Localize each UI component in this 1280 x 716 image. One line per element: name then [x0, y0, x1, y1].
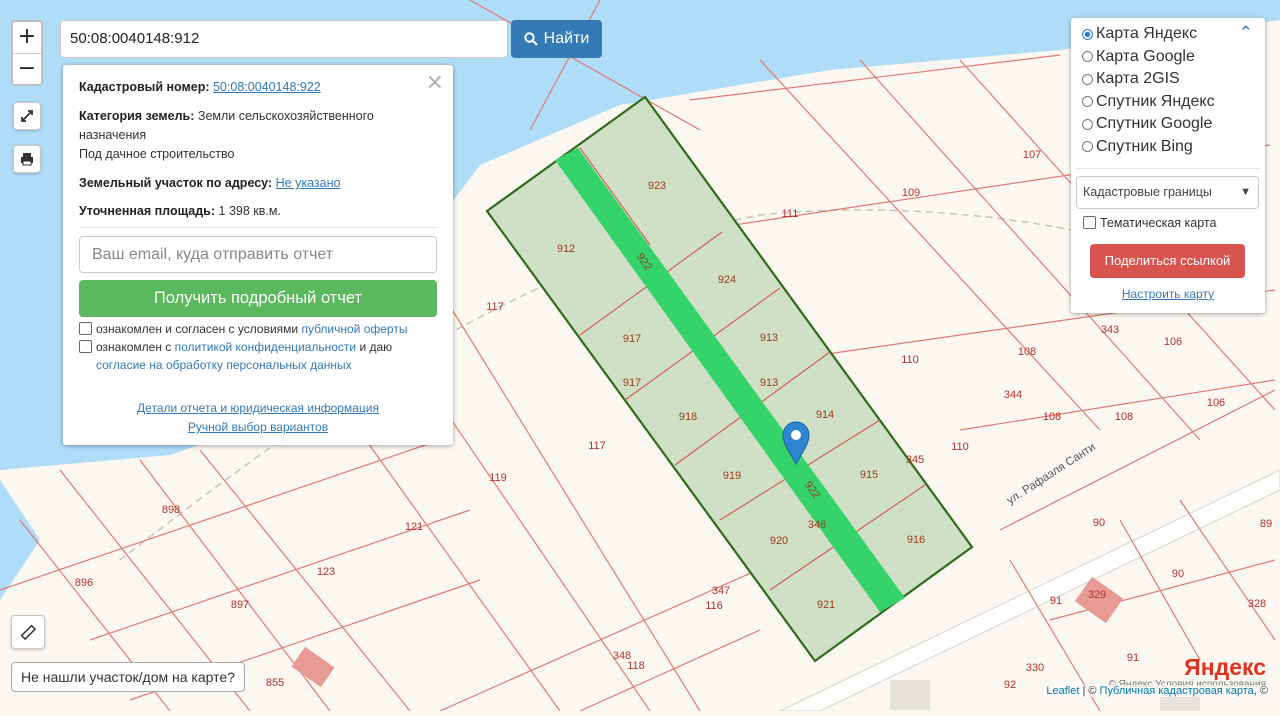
divider [79, 227, 437, 228]
category-value: Земли сельскохозяйственного [197, 109, 374, 123]
zoom-out-button[interactable]: − [13, 54, 41, 85]
ruler-icon [20, 624, 36, 640]
basemap-option-label: Карта Яндекс [1096, 25, 1198, 42]
zoom-in-button[interactable]: + [13, 22, 41, 54]
measure-button[interactable] [11, 615, 45, 649]
radio-icon[interactable] [1082, 73, 1093, 85]
expand-icon [21, 110, 33, 122]
fullscreen-button[interactable] [13, 102, 41, 130]
address-link[interactable]: Не указано [276, 176, 341, 190]
find-button-label: Найти [543, 30, 590, 47]
area-value: 1 398 кв.м. [218, 204, 281, 218]
address-label: Земельный участок по адресу: [79, 176, 273, 190]
overlay-select-value: Кадастровые границы [1083, 185, 1212, 199]
leaflet-link[interactable]: Leaflet [1046, 685, 1079, 697]
radio-icon[interactable] [1082, 118, 1093, 130]
basemap-option-label: Спутник Яндекс [1096, 92, 1215, 110]
parcel-info-panel: × Кадастровый номер: 50:08:0040148:922 К… [63, 65, 453, 445]
print-icon [21, 153, 33, 166]
print-button[interactable] [13, 145, 41, 173]
map-attribution: Leaflet | © Публичная кадастровая карта,… [1044, 685, 1270, 697]
search-icon [523, 32, 538, 46]
basemap-option[interactable]: Спутник Bing [1082, 138, 1193, 156]
chevron-up-icon[interactable]: ⌃ [1239, 23, 1253, 43]
thematic-checkbox[interactable] [1083, 216, 1096, 229]
manual-select-link[interactable]: Ручной выбор вариантов [188, 420, 328, 434]
cadastral-number-link[interactable]: 50:08:0040148:922 [213, 80, 321, 94]
basemap-option[interactable]: Карта Яндекс [1082, 25, 1197, 43]
share-link-button[interactable]: Поделиться ссылкой [1090, 244, 1245, 278]
get-report-button[interactable]: Получить подробный отчет [79, 280, 437, 317]
chevron-down-icon: ▼ [1240, 186, 1251, 198]
location-marker-icon[interactable] [782, 421, 810, 466]
radio-icon[interactable] [1082, 96, 1093, 107]
pkk-link[interactable]: Публичная кадастровая карта [1100, 685, 1254, 697]
radio-icon[interactable] [1082, 141, 1093, 152]
find-button[interactable]: Найти [511, 20, 602, 58]
divider [1076, 168, 1260, 169]
basemap-option[interactable]: Спутник Яндекс [1082, 93, 1215, 111]
basemap-option[interactable]: Карта Google [1082, 48, 1195, 66]
email-field[interactable]: Ваш email, куда отправить отчет [79, 236, 437, 273]
radio-icon[interactable] [1082, 51, 1093, 62]
basemap-option-label: Карта Google [1096, 47, 1195, 65]
offer-link[interactable]: публичной оферты [301, 322, 407, 336]
yandex-logo: Яндекс [1184, 654, 1266, 680]
privacy-tail: и даю [359, 340, 393, 354]
land-use: Под дачное строительство [79, 147, 235, 161]
configure-map-link[interactable]: Настроить карту [1122, 287, 1214, 301]
basemap-option[interactable]: Спутник Google [1082, 115, 1212, 133]
cadastral-label: Кадастровый номер: [79, 80, 210, 94]
radio-icon[interactable] [1082, 28, 1093, 40]
privacy-text: ознакомлен с [96, 340, 172, 354]
basemap-option-label: Спутник Google [1096, 115, 1213, 132]
basemap-option-label: Спутник Bing [1096, 137, 1193, 155]
overlay-select[interactable]: Кадастровые границы ▼ [1076, 176, 1259, 209]
basemap-option-label: Карта 2GIS [1096, 70, 1180, 87]
search-input[interactable]: 50:08:0040148:912 [60, 20, 508, 58]
privacy-link[interactable]: политикой конфиденциальности [175, 340, 356, 354]
basemap-option[interactable]: Карта 2GIS [1082, 70, 1180, 88]
layers-panel: ⌃ Карта Яндекс Карта Google Карта 2GIS Спут… [1071, 18, 1265, 313]
not-found-button[interactable]: Не нашли участок/дом на карте? [11, 662, 245, 692]
area-label: Уточненная площадь: [79, 204, 216, 218]
thematic-label: Тематическая карта [1100, 216, 1217, 230]
zoom-control: + − [11, 20, 43, 86]
privacy-checkbox[interactable] [79, 340, 92, 353]
category-label: Категория земель: [79, 109, 195, 123]
thematic-map-option[interactable]: Тематическая карта [1083, 216, 1216, 230]
category-value-cont: назначения [79, 128, 147, 142]
offer-checkbox[interactable] [79, 322, 92, 335]
details-link[interactable]: Детали отчета и юридическая информация [137, 401, 379, 415]
offer-text: ознакомлен и согласен с условиями [96, 322, 299, 336]
personal-data-link[interactable]: согласие на обработку персональных данны… [96, 358, 352, 372]
